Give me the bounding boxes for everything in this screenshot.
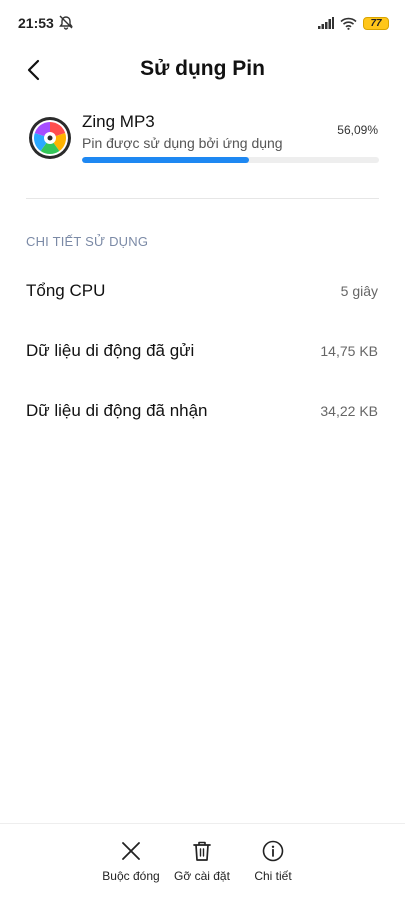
app-info-button[interactable]: Chi tiết — [233, 840, 313, 890]
status-time: 21:53 — [18, 15, 54, 31]
detail-row-cpu: Tổng CPU 5 giây — [0, 261, 405, 321]
detail-row-data-sent: Dữ liệu di động đã gửi 14,75 KB — [0, 321, 405, 381]
battery-icon: 77 — [363, 16, 389, 30]
status-icons: 77 — [318, 14, 389, 32]
divider — [26, 198, 379, 199]
usage-progress-bar — [82, 157, 379, 163]
detail-label: Dữ liệu di động đã gửi — [26, 341, 195, 360]
force-stop-label: Buộc đóng — [102, 869, 160, 883]
detail-label: Dữ liệu di động đã nhận — [26, 401, 208, 420]
app-subtitle: Pin được sử dụng bởi ứng dụng — [82, 135, 283, 151]
info-icon — [262, 840, 284, 862]
app-info-label: Chi tiết — [254, 869, 292, 883]
detail-value: 5 giây — [340, 283, 378, 299]
signal-icon — [318, 17, 334, 29]
detail-label: Tổng CPU — [26, 281, 106, 300]
detail-row-data-received: Dữ liệu di động đã nhận 34,22 KB — [0, 381, 405, 441]
detail-value: 34,22 KB — [320, 403, 378, 419]
bottom-action-bar: Buộc đóng Gỡ cài đặt Chi tiết — [0, 823, 405, 901]
uninstall-label: Gỡ cài đặt — [174, 869, 230, 883]
section-header-usage-details: CHI TIẾT SỬ DỤNG — [26, 234, 149, 249]
wifi-icon — [340, 17, 357, 30]
trash-icon — [193, 841, 211, 861]
zing-mp3-app-icon — [29, 117, 71, 159]
usage-progress-fill — [82, 157, 249, 163]
uninstall-button[interactable]: Gỡ cài đặt — [162, 840, 242, 890]
app-name: Zing MP3 — [82, 112, 155, 131]
header: Sử dụng Pin — [0, 44, 405, 100]
usage-percent: 56,09% — [337, 123, 378, 137]
force-stop-button[interactable]: Buộc đóng — [91, 840, 171, 890]
status-bar: 21:53 77 — [0, 0, 405, 44]
battery-level: 77 — [370, 17, 382, 29]
page-title: Sử dụng Pin — [140, 57, 265, 80]
close-icon — [122, 842, 140, 860]
app-usage-card: Zing MP3 Pin được sử dụng bởi ứng dụng 5… — [0, 104, 405, 184]
detail-value: 14,75 KB — [320, 343, 378, 359]
alarm-off-icon — [59, 15, 73, 30]
